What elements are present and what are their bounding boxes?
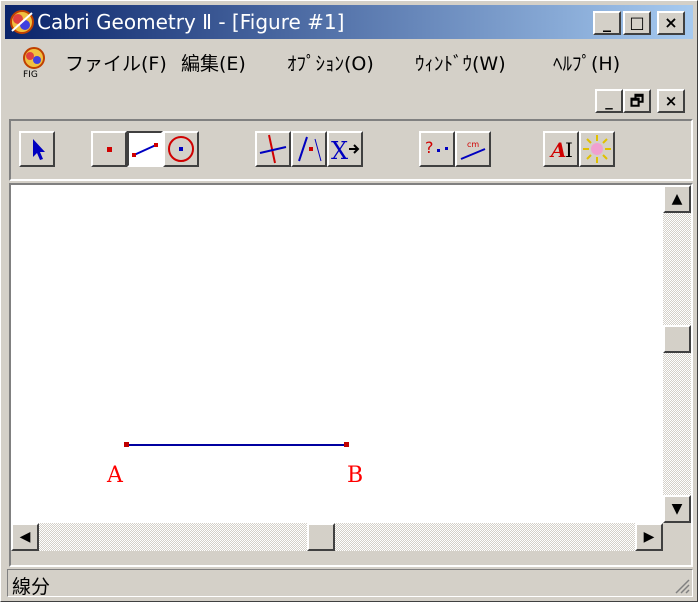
close-button[interactable]: × [657,11,685,35]
tool-draw[interactable] [579,131,615,167]
svg-text:?: ? [425,138,434,157]
scroll-up-button[interactable]: ▲ [663,185,691,213]
status-bar: 線分 [7,569,693,598]
vertical-scrollbar[interactable]: ▲ ▼ [663,185,691,523]
tool-segment[interactable] [127,131,163,167]
circle-icon [168,136,194,162]
perpendicular-line-icon [259,134,287,164]
right-arrow-icon: ▶ [643,529,655,545]
doc-restore-button[interactable]: 🗗 [623,89,651,113]
figure-document-icon[interactable]: FIG [19,46,49,78]
down-arrow-icon: ▼ [671,501,683,517]
arrow-pointer-icon [33,139,45,160]
label-icon: AI [549,138,573,162]
construction-icon [298,136,322,162]
horizontal-scrollbar[interactable]: ◀ ▶ [11,523,663,551]
scroll-down-button[interactable]: ▼ [663,495,691,523]
window-title: Cabri Geometry Ⅱ - [Figure #1] [37,10,345,34]
point-a[interactable] [124,442,129,447]
vertical-scroll-thumb[interactable] [663,325,691,353]
minimize-button[interactable]: _ [593,11,621,35]
check-property-icon: ? [425,138,448,157]
doc-minimize-button[interactable]: _ [595,89,623,113]
tool-construct[interactable] [291,131,327,167]
scroll-right-button[interactable]: ▶ [635,523,663,551]
status-text: 線分 [12,576,51,598]
measure-distance-icon: cm [460,140,486,160]
tool-perpendicular[interactable] [255,131,291,167]
svg-text:cm: cm [467,140,479,149]
point-icon [107,147,112,152]
svg-text:X: X [331,137,348,165]
left-arrow-icon: ◀ [19,529,31,545]
scroll-left-button[interactable]: ◀ [11,523,39,551]
menu-help[interactable]: ﾍﾙﾌﾟ(H) [553,49,620,76]
scrollbar-corner [663,523,691,551]
tool-circle[interactable] [163,131,199,167]
point-label-a[interactable]: A [107,463,123,488]
menu-file[interactable]: ファイル(F) [65,49,167,76]
menu-window[interactable]: ｳｨﾝﾄﾞｳ(W) [415,49,506,76]
svg-text:I: I [565,138,573,162]
point-b[interactable] [344,442,349,447]
menu-edit[interactable]: 編集(E) [181,49,246,76]
tool-display[interactable]: AI [543,131,579,167]
drawing-canvas[interactable]: A B [11,185,663,523]
svg-text:FIG: FIG [23,70,38,78]
tool-point[interactable] [91,131,127,167]
mdi-control-bar: _ 🗗 × [5,85,693,115]
up-arrow-icon: ▲ [671,191,683,207]
menu-bar: FIG ファイル(F) 編集(E) ｵﾌﾟｼｮﾝ(O) ｳｨﾝﾄﾞｳ(W) ﾍﾙ… [5,43,693,79]
horizontal-scroll-thumb[interactable] [307,523,335,551]
segment-icon [132,143,158,157]
title-bar[interactable]: Cabri Geometry Ⅱ - [Figure #1] _ □ × [5,5,693,39]
menu-options[interactable]: ｵﾌﾟｼｮﾝ(O) [287,49,374,76]
transform-icon: X [331,137,360,165]
tool-pointer[interactable] [19,131,55,167]
app-window: Cabri Geometry Ⅱ - [Figure #1] _ □ × FIG… [0,0,698,602]
tool-transform[interactable]: X [327,131,363,167]
resize-grip-icon[interactable] [672,576,690,594]
doc-close-button[interactable]: × [657,89,685,113]
maximize-button[interactable]: □ [623,11,651,35]
tool-palette: X ? cm AI [9,119,693,181]
tool-measure[interactable]: cm [455,131,491,167]
point-label-b[interactable]: B [347,463,363,488]
draw-style-icon [583,135,611,163]
tool-check-property[interactable]: ? [419,131,455,167]
svg-text:A: A [549,138,567,162]
cabri-app-icon [10,10,34,34]
